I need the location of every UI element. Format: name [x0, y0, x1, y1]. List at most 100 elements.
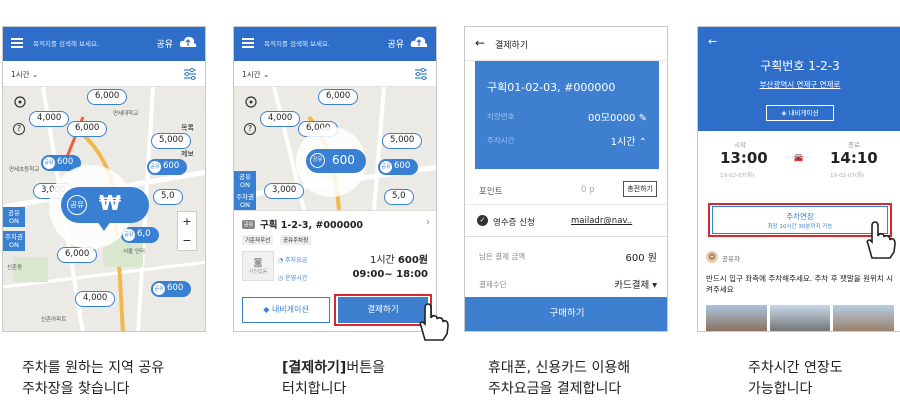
- method-row[interactable]: 결제수단 카드결제 ▾: [465, 269, 667, 299]
- back-arrow-icon[interactable]: ←: [475, 36, 485, 50]
- help-icon[interactable]: ?: [244, 123, 256, 135]
- page-title: 결제하기: [495, 41, 529, 51]
- price-marker[interactable]: 5,0: [384, 189, 414, 205]
- filter-bar: 1시간 ⌄: [3, 61, 205, 87]
- map-label: 서울 인터: [123, 249, 145, 255]
- navigation-button[interactable]: ◆ 내비게이션: [242, 297, 330, 323]
- share-chip-icon: 공유: [310, 153, 325, 168]
- featured-price: 600: [332, 153, 355, 167]
- screen-payment: ← 결제하기 구획01-02-03, #000000 차량번호 00모0000 …: [464, 26, 668, 332]
- price-marker[interactable]: 6,000: [67, 121, 108, 137]
- hand-pointer-icon: [866, 221, 896, 259]
- featured-marker[interactable]: 공유 ₩: [61, 187, 149, 223]
- caption-find: 주차를 원하는 지역 공유 주차장을 찾습니다: [22, 360, 165, 397]
- share-price-marker[interactable]: 공유 600: [378, 159, 419, 175]
- price-marker[interactable]: 6,000: [57, 247, 98, 263]
- charge-button[interactable]: 충전하기: [623, 181, 657, 197]
- price-marker[interactable]: 5,000: [382, 133, 423, 149]
- payment-summary-card: 구획01-02-03, #000000 차량번호 00모0000 ✎ 주차시간 …: [475, 61, 659, 169]
- lot-detail-sheet[interactable]: 공유 구획 1-2-3, #000000 › 기준자우선 공유주차장 ◙ 사진없…: [234, 210, 436, 331]
- payment-header: ← 결제하기: [465, 27, 667, 61]
- price-marker[interactable]: 4,000: [260, 111, 301, 127]
- share-price-marker[interactable]: 공유 600: [147, 159, 188, 175]
- featured-marker[interactable]: 공유 600: [306, 149, 366, 173]
- location-icon[interactable]: [13, 95, 27, 109]
- map-label: 신촌동: [7, 265, 23, 271]
- time-select[interactable]: 1시간 ⌄: [11, 69, 38, 80]
- chevron-right-icon[interactable]: ›: [426, 217, 430, 228]
- share-on-tag[interactable]: 공유 ON: [234, 171, 256, 191]
- share-price-marker[interactable]: 공유 600: [151, 281, 192, 297]
- search-input[interactable]: 목적지를 검색해 보세요.: [264, 38, 330, 48]
- filter-bar: 1시간 ⌄: [234, 61, 436, 87]
- filter-icon[interactable]: [414, 67, 428, 81]
- price-marker[interactable]: 4,000: [29, 111, 70, 127]
- back-arrow-icon[interactable]: ←: [708, 35, 717, 48]
- parking-time-value[interactable]: 1시간 ⌃: [611, 133, 647, 148]
- edit-icon[interactable]: ✎: [639, 113, 647, 124]
- method-select[interactable]: 카드결제 ▾: [614, 277, 657, 291]
- help-icon[interactable]: ?: [13, 123, 25, 135]
- price-marker[interactable]: 6,000: [318, 89, 359, 105]
- share-cloud-icon[interactable]: [179, 34, 197, 50]
- end-time: 14:10: [830, 149, 878, 167]
- fee-value: 1시간 600원: [369, 255, 428, 266]
- map-view[interactable]: ? 6,000 4,000 6,000 5,000 공유 600 3,000 5,…: [234, 87, 436, 210]
- receipt-row: ✓ 영수증 신청 mailadr@nav..: [465, 207, 667, 237]
- photo-strip[interactable]: [706, 305, 895, 331]
- share-toggle-label[interactable]: 공유: [156, 37, 173, 50]
- parking-time-label: 주차시간: [487, 136, 515, 145]
- start-date: 19-02-07(화): [720, 173, 755, 179]
- check-icon[interactable]: ✓: [477, 215, 488, 226]
- time-select[interactable]: 1시간 ⌄: [242, 69, 269, 80]
- screen-detail: 목적지를 검색해 보세요. 공유 1시간 ⌄ ? 6,000 4,000 6,0…: [233, 26, 437, 332]
- caret-up-icon[interactable]: ⌃: [639, 137, 647, 148]
- zoom-control[interactable]: + −: [177, 211, 197, 251]
- ticket-on-tag[interactable]: 주차권 ON: [3, 231, 25, 251]
- extend-header: ← 구획번호 1-2-3 부산광역시 연제구 연제로 ◈ 내비게이션: [698, 27, 900, 131]
- share-cloud-icon[interactable]: [410, 34, 428, 50]
- map-label: 신촌아파트: [41, 317, 67, 323]
- price-marker[interactable]: 6,000: [87, 89, 128, 105]
- ticket-on-tag[interactable]: 주차권 ON: [234, 191, 256, 210]
- lot-title: 구획 1-2-3, #000000: [260, 220, 364, 231]
- price-marker[interactable]: 4,000: [75, 291, 116, 307]
- car-number-value[interactable]: 00모0000 ✎: [588, 109, 647, 124]
- fee-label: ◔ 주차요금: [278, 257, 308, 264]
- marker-pointer: [97, 221, 111, 231]
- screen-map: 목적지를 검색해 보세요. 공유 1시간 ⌄ ? 목록 제보 연세초등학교 연세…: [2, 26, 206, 332]
- point-row: 포인트 0 p 충전하기: [465, 175, 667, 205]
- receipt-email[interactable]: mailadr@nav..: [571, 216, 632, 226]
- photo-thumb[interactable]: [769, 305, 831, 331]
- price-marker[interactable]: 3,000: [264, 183, 305, 199]
- photo-thumb[interactable]: [833, 305, 895, 331]
- menu-icon[interactable]: [11, 38, 23, 48]
- featured-price: ₩: [99, 191, 122, 215]
- map-view[interactable]: ? 목록 제보 연세초등학교 연세대학교 서울 인터 신촌동 신촌아파트 6,0…: [3, 87, 205, 331]
- lot-title: 구획번호 1-2-3: [760, 59, 840, 73]
- photo-thumb[interactable]: [706, 305, 767, 331]
- navigation-button[interactable]: ◈ 내비게이션: [766, 105, 834, 121]
- share-chip-icon: 공유: [153, 283, 165, 295]
- hours-value: 09:00~ 18:00: [352, 269, 428, 280]
- hours-label: ◷ 운영시간: [278, 275, 308, 282]
- top-bar: 목적지를 검색해 보세요. 공유: [3, 27, 205, 61]
- search-input[interactable]: 목적지를 검색해 보세요.: [33, 38, 99, 48]
- location-icon[interactable]: [244, 95, 258, 109]
- filter-icon[interactable]: [183, 67, 197, 81]
- map-label: 목록: [181, 124, 194, 132]
- sharer-message: 반드시 입구 좌측에 주차해주세요. 주차 후 팻말을 원위치 시켜주세요: [706, 274, 894, 294]
- caption-payment: 휴대폰, 신용카드 이용해 주차요금을 결제합니다: [488, 360, 631, 397]
- share-toggle-label[interactable]: 공유: [387, 37, 404, 50]
- share-on-tag[interactable]: 공유 ON: [3, 207, 25, 227]
- menu-icon[interactable]: [242, 38, 254, 48]
- price-marker[interactable]: 5,000: [151, 133, 192, 149]
- remaining-row: 남은 결제 금액 600 원: [465, 241, 667, 271]
- map-label: 연세대학교: [113, 111, 139, 117]
- buy-button[interactable]: 구매하기: [465, 297, 667, 331]
- price-marker[interactable]: 5,0: [153, 189, 183, 205]
- share-chip-icon: 공유: [67, 195, 87, 215]
- avatar: ☺: [706, 251, 718, 263]
- lot-address[interactable]: 부산광역시 연제구 연제로: [698, 79, 900, 90]
- share-price-marker[interactable]: 공유 6,0: [121, 227, 159, 243]
